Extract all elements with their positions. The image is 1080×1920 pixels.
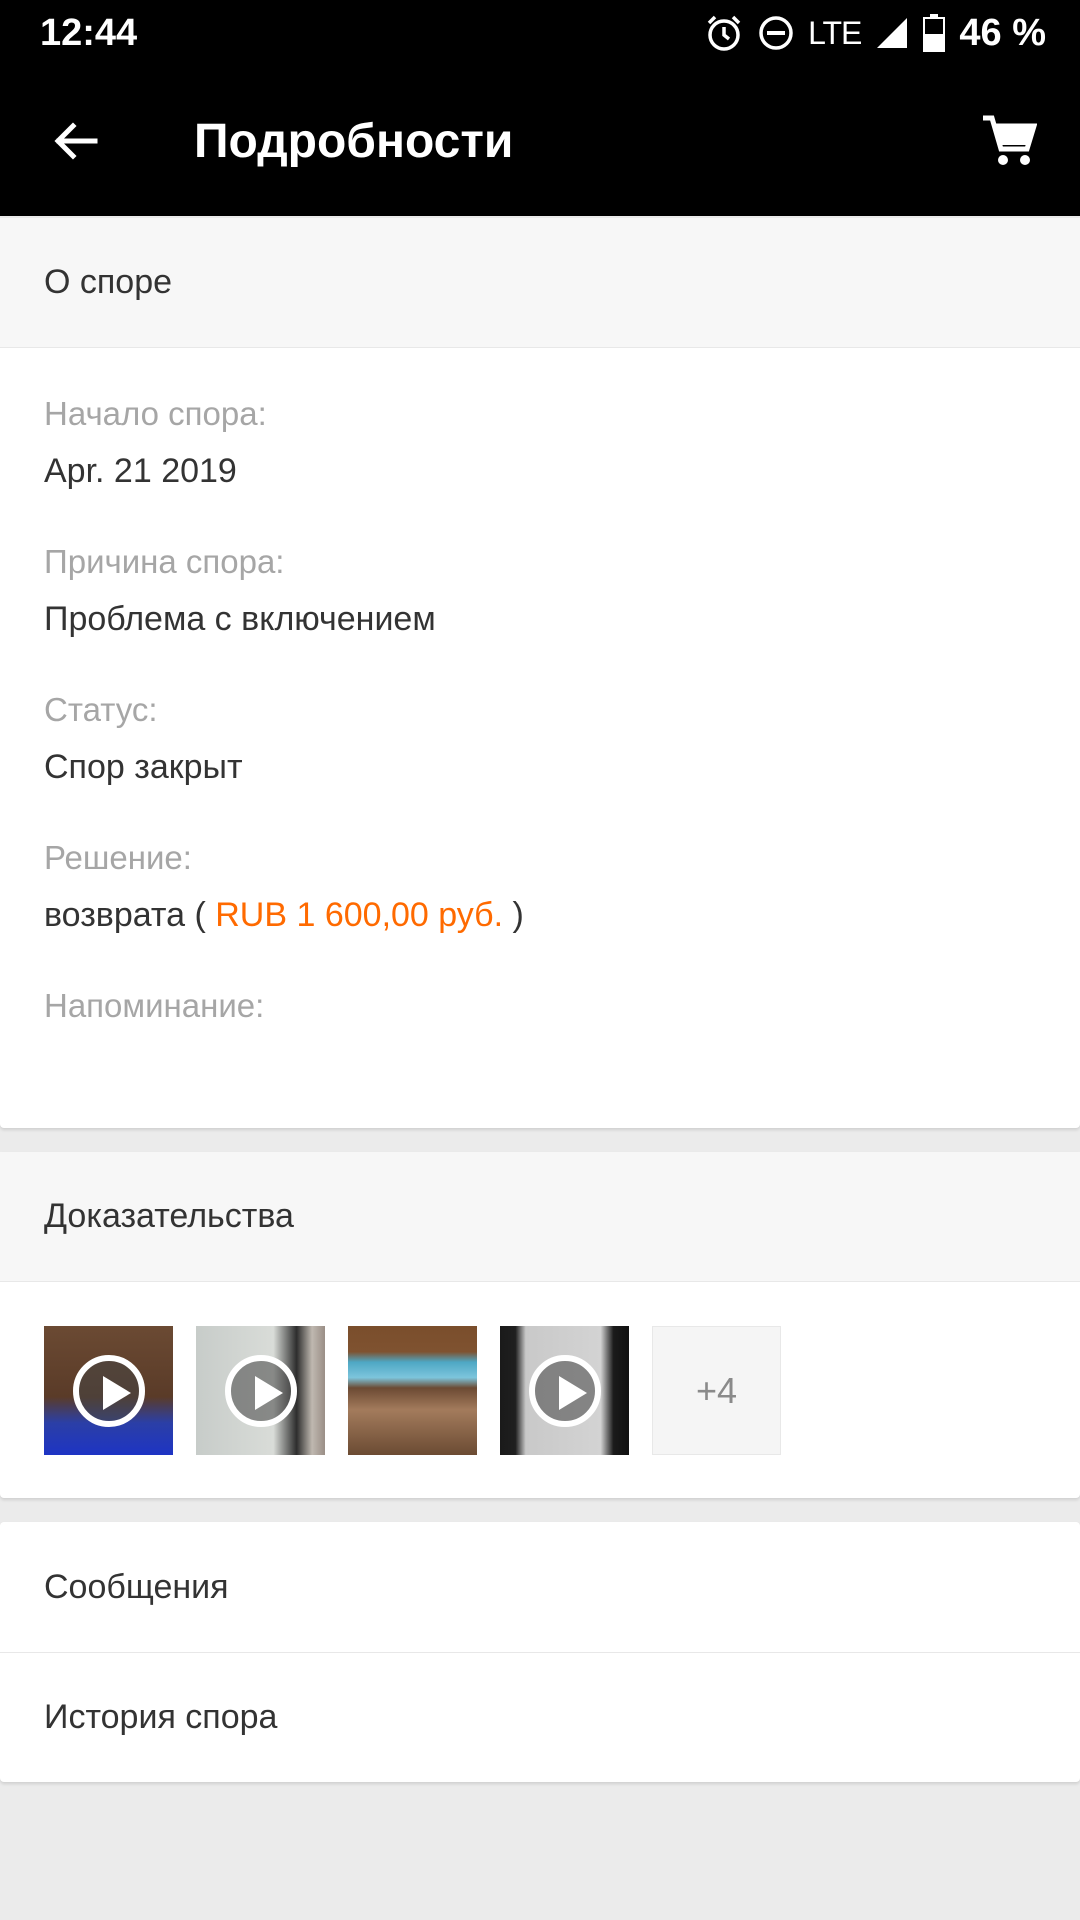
battery-percent: 46 %: [959, 11, 1046, 54]
evidence-video-thumbnail[interactable]: [196, 1326, 325, 1455]
evidence-section-header: Доказательства: [0, 1152, 1080, 1282]
decision-label: Решение:: [44, 839, 192, 876]
cart-button[interactable]: [972, 104, 1046, 178]
decision-prefix: возврата (: [44, 896, 216, 934]
evidence-thumbnails: +4: [44, 1326, 781, 1455]
links-card: Сообщения История спора: [0, 1522, 1080, 1782]
play-icon: [528, 1354, 601, 1427]
play-icon: [224, 1354, 297, 1427]
start-date-value: Apr. 21 2019: [44, 452, 237, 490]
reason-label: Причина спора:: [44, 543, 285, 580]
evidence-video-thumbnail[interactable]: [500, 1326, 629, 1455]
arrow-left-icon: [54, 122, 98, 160]
dispute-section-header: О споре: [0, 218, 1080, 348]
battery-icon: [923, 14, 946, 52]
evidence-photo-thumbnail[interactable]: [348, 1326, 477, 1455]
dispute-history-link[interactable]: История спора: [0, 1652, 1080, 1782]
decision-block: Решение: возврата ( RUB 1 600,00 руб. ): [44, 838, 524, 936]
reason-block: Причина спора: Проблема с включением: [44, 542, 436, 640]
signal-icon: [875, 16, 909, 50]
status-label: Статус:: [44, 691, 158, 728]
dispute-info-card: О споре Начало спора: Apr. 21 2019 Причи…: [0, 218, 1080, 1128]
evidence-video-thumbnail[interactable]: [44, 1326, 173, 1455]
reminder-label: Напоминание:: [44, 987, 265, 1024]
status-bar: 12:44 LTE 46 %: [0, 0, 1080, 66]
reminder-block: Напоминание:: [44, 986, 264, 1026]
page-title: Подробности: [194, 115, 514, 168]
more-evidence-button[interactable]: +4: [652, 1326, 781, 1455]
status-value: Спор закрыт: [44, 748, 243, 786]
messages-link[interactable]: Сообщения: [0, 1522, 1080, 1652]
do-not-disturb-icon: [758, 15, 794, 51]
play-icon: [72, 1354, 145, 1427]
refund-amount: RUB 1 600,00 руб.: [215, 896, 504, 934]
decision-value: возврата ( RUB 1 600,00 руб. ): [44, 894, 524, 936]
alarm-icon: [704, 13, 744, 53]
decision-suffix: ): [503, 896, 524, 934]
back-button[interactable]: [38, 104, 112, 178]
reason-value: Проблема с включением: [44, 600, 436, 638]
app-bar: Подробности: [0, 66, 1080, 216]
network-type: LTE: [808, 14, 862, 51]
status-icons: LTE 46 %: [704, 10, 1046, 56]
start-date-block: Начало спора: Apr. 21 2019: [44, 394, 267, 492]
status-block: Статус: Спор закрыт: [44, 690, 243, 788]
cart-icon: [983, 115, 1037, 165]
start-date-label: Начало спора:: [44, 395, 267, 432]
status-time: 12:44: [40, 12, 138, 54]
